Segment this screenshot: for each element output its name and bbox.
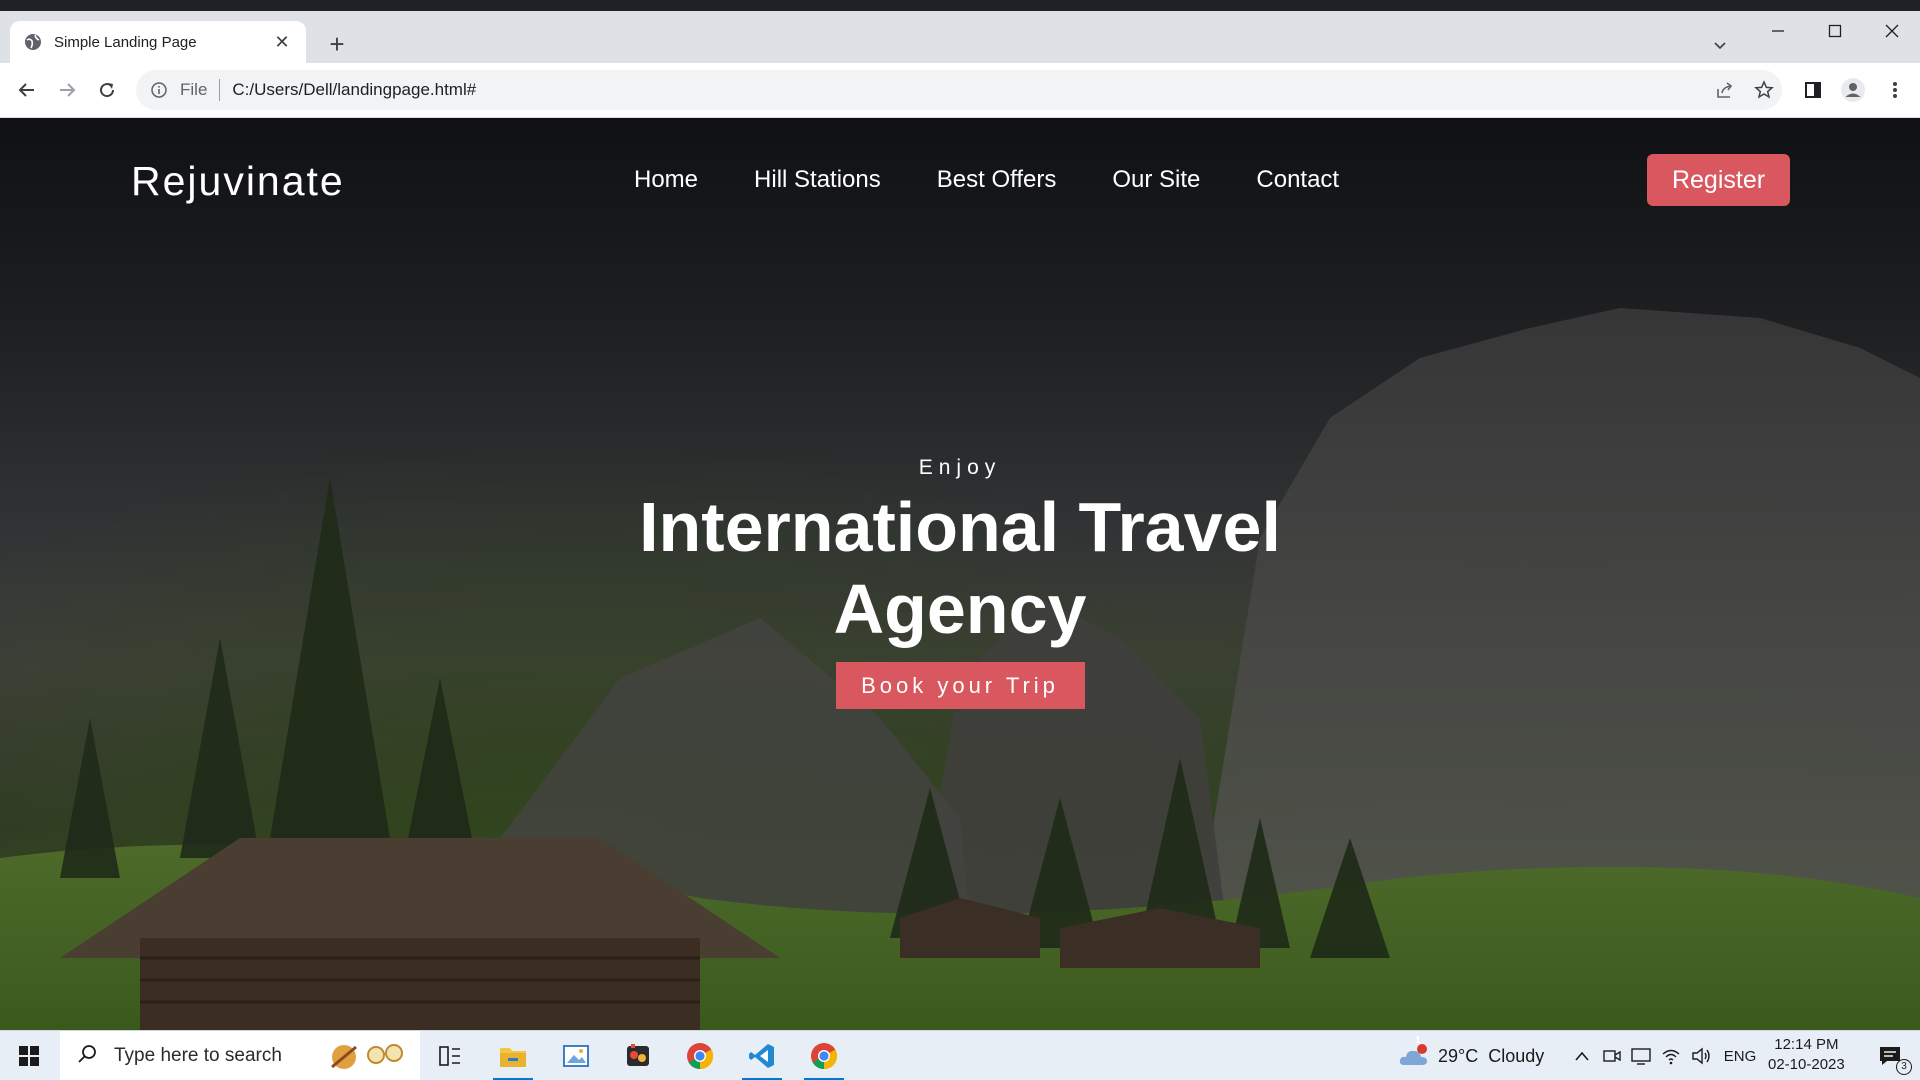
language-text: ENG [1723,1047,1757,1065]
hero-title-line2: Agency [833,570,1087,648]
book-trip-button[interactable]: Book your Trip [835,662,1085,709]
bookmark-star-icon[interactable] [1749,75,1779,105]
os-top-strip [0,0,1920,11]
wifi-icon[interactable] [1658,1031,1684,1080]
landing-page-viewport: Rejuvinate Home Hill Stations Best Offer… [0,118,1920,1030]
task-view-icon[interactable] [428,1031,472,1080]
info-icon[interactable] [150,81,168,99]
nav-link-our-site[interactable]: Our Site [1112,166,1200,194]
globe-icon [24,33,42,51]
search-icon [76,1043,98,1070]
snipping-tool-icon[interactable] [612,1031,664,1080]
minimize-icon[interactable] [1749,11,1806,51]
weather-cloud-icon[interactable]: 1 [1396,1031,1432,1080]
close-window-icon[interactable] [1863,11,1920,51]
nav-menu: Home Hill Stations Best Offers Our Site … [634,166,1339,194]
address-separator [219,79,221,101]
browser-menu-icon[interactable] [1880,75,1910,105]
forward-arrow-icon[interactable] [52,75,82,105]
clock-time: 12:14 PM [1774,1036,1839,1053]
nav-link-hill-stations[interactable]: Hill Stations [754,166,881,194]
language-indicator[interactable]: ENG [1720,1031,1760,1080]
weather-text: 29°C Cloudy [1438,1045,1545,1066]
nav-link-contact[interactable]: Contact [1256,166,1339,194]
side-panel-icon[interactable] [1798,75,1828,105]
profile-avatar-icon[interactable] [1838,75,1868,105]
taskbar-search-box[interactable]: Type here to search [60,1031,420,1080]
tab-search-chevron-icon[interactable] [1704,29,1736,61]
reload-icon[interactable] [92,75,122,105]
search-highlight-doodle-icon [326,1037,410,1080]
weather-widget[interactable]: 29°C Cloudy [1438,1031,1548,1080]
address-bar[interactable]: File C:/Users/Dell/landingpage.html# [136,70,1782,110]
windows-taskbar: Type here to search 1 29°C Cloudy ENG 12… [0,1030,1920,1080]
register-button[interactable]: Register [1647,154,1790,206]
volume-icon[interactable] [1688,1031,1714,1080]
maximize-icon[interactable] [1806,11,1863,51]
hero-title: International Travel Agency [0,486,1920,650]
window-controls [1749,11,1920,51]
meet-now-icon[interactable] [1600,1031,1624,1080]
tray-chevron-up-icon[interactable] [1568,1031,1596,1080]
notification-center-icon[interactable]: 3 [1866,1031,1914,1080]
search-placeholder: Type here to search [114,1045,282,1066]
address-scheme: File [180,80,208,99]
windows-start-icon[interactable] [0,1031,58,1080]
hero-eyebrow: Enjoy [918,456,1002,479]
back-arrow-icon[interactable] [12,75,42,105]
site-navbar: Rejuvinate Home Hill Stations Best Offer… [0,118,1920,228]
system-clock[interactable]: 12:14 PM 02-10-2023 [1768,1035,1845,1075]
notification-count: 3 [1896,1059,1912,1075]
image-viewer-icon[interactable] [550,1031,602,1080]
tab-title: Simple Landing Page [54,33,197,51]
new-tab-icon[interactable]: + [322,30,352,60]
display-icon[interactable] [1628,1031,1654,1080]
browser-tab[interactable]: Simple Landing Page ✕ [10,21,306,63]
nav-link-home[interactable]: Home [634,166,698,194]
vscode-icon[interactable] [736,1031,788,1080]
file-explorer-icon[interactable] [487,1031,539,1080]
chrome-icon[interactable] [674,1031,726,1080]
address-url[interactable]: C:/Users/Dell/landingpage.html# [232,80,476,100]
site-logo[interactable]: Rejuvinate [131,158,345,205]
hero-section: Enjoy International Travel Agency Book y… [0,456,1920,709]
weather-badge: 1 [1415,1035,1421,1046]
nav-link-best-offers[interactable]: Best Offers [937,166,1057,194]
close-tab-icon[interactable]: ✕ [272,32,292,52]
tab-strip: Simple Landing Page ✕ + [0,11,1920,63]
hero-title-line1: International Travel [639,488,1281,566]
clock-date: 02-10-2023 [1768,1056,1845,1073]
share-icon[interactable] [1710,75,1740,105]
browser-toolbar: File C:/Users/Dell/landingpage.html# [0,63,1920,118]
chrome-active-icon[interactable] [798,1031,850,1080]
